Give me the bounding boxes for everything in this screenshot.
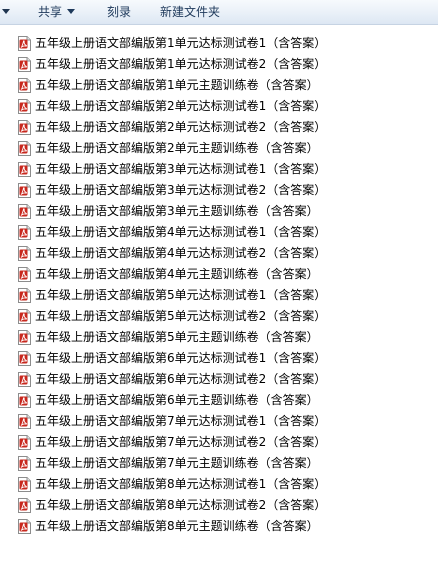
burn-button[interactable]: 刻录 [107,3,131,21]
pdf-file-icon [18,351,31,366]
dropdown-arrow-icon [67,9,76,14]
pdf-file-icon [18,309,31,324]
file-list-item[interactable]: 五年级上册语文部编版第3单元达标测试卷1（含答案） [0,159,438,180]
pdf-file-icon [18,36,31,51]
file-name: 五年级上册语文部编版第2单元达标测试卷1（含答案） [35,99,327,113]
pdf-file-icon [18,99,31,114]
file-list-item[interactable]: 五年级上册语文部编版第6单元主题训练卷（含答案） [0,390,438,411]
pdf-file-icon [18,477,31,492]
file-name: 五年级上册语文部编版第6单元达标测试卷1（含答案） [35,351,327,365]
share-menu-button[interactable]: 共享 [38,3,76,21]
pdf-file-icon [18,330,31,345]
file-list-item[interactable]: 五年级上册语文部编版第8单元达标测试卷1（含答案） [0,474,438,495]
file-name: 五年级上册语文部编版第3单元主题训练卷（含答案） [35,204,319,218]
pdf-file-icon [18,519,31,534]
file-list-item[interactable]: 五年级上册语文部编版第1单元达标测试卷1（含答案） [0,33,438,54]
file-list-item[interactable]: 五年级上册语文部编版第2单元主题训练卷（含答案） [0,138,438,159]
file-list-item[interactable]: 五年级上册语文部编版第7单元主题训练卷（含答案） [0,453,438,474]
file-list-item[interactable]: 五年级上册语文部编版第2单元达标测试卷1（含答案） [0,96,438,117]
file-name: 五年级上册语文部编版第4单元达标测试卷2（含答案） [35,246,327,260]
file-list-item[interactable]: 五年级上册语文部编版第4单元达标测试卷1（含答案） [0,222,438,243]
file-name: 五年级上册语文部编版第1单元达标测试卷1（含答案） [35,36,327,50]
file-name: 五年级上册语文部编版第2单元达标测试卷2（含答案） [35,120,327,134]
file-name: 五年级上册语文部编版第1单元主题训练卷（含答案） [35,78,319,92]
file-list-item[interactable]: 五年级上册语文部编版第4单元达标测试卷2（含答案） [0,243,438,264]
file-list-item[interactable]: 五年级上册语文部编版第7单元达标测试卷2（含答案） [0,432,438,453]
pdf-file-icon [18,267,31,282]
file-list-item[interactable]: 五年级上册语文部编版第5单元达标测试卷1（含答案） [0,285,438,306]
file-list-item[interactable]: 五年级上册语文部编版第5单元主题训练卷（含答案） [0,327,438,348]
pdf-file-icon [18,183,31,198]
file-list-item[interactable]: 五年级上册语文部编版第2单元达标测试卷2（含答案） [0,117,438,138]
pdf-file-icon [18,435,31,450]
pdf-file-icon [18,204,31,219]
file-list: 五年级上册语文部编版第1单元达标测试卷1（含答案） 五年级上册语文部编版第1单元达… [0,33,438,537]
file-name: 五年级上册语文部编版第3单元达标测试卷1（含答案） [35,162,327,176]
pdf-file-icon [18,225,31,240]
file-name: 五年级上册语文部编版第7单元达标测试卷1（含答案） [35,414,327,428]
command-bar: 共享 刻录 新建文件夹 [0,0,438,25]
file-name: 五年级上册语文部编版第7单元达标测试卷2（含答案） [35,435,327,449]
file-list-item[interactable]: 五年级上册语文部编版第1单元达标测试卷2（含答案） [0,54,438,75]
pdf-file-icon [18,288,31,303]
file-list-item[interactable]: 五年级上册语文部编版第6单元达标测试卷2（含答案） [0,369,438,390]
share-label: 共享 [38,5,63,19]
file-list-item[interactable]: 五年级上册语文部编版第4单元主题训练卷（含答案） [0,264,438,285]
pdf-file-icon [18,414,31,429]
file-list-item[interactable]: 五年级上册语文部编版第6单元达标测试卷1（含答案） [0,348,438,369]
file-name: 五年级上册语文部编版第5单元主题训练卷（含答案） [35,330,319,344]
file-name: 五年级上册语文部编版第2单元主题训练卷（含答案） [35,141,319,155]
file-name: 五年级上册语文部编版第1单元达标测试卷2（含答案） [35,57,327,71]
file-list-item[interactable]: 五年级上册语文部编版第5单元达标测试卷2（含答案） [0,306,438,327]
file-list-item[interactable]: 五年级上册语文部编版第8单元主题训练卷（含答案） [0,516,438,537]
pdf-file-icon [18,78,31,93]
file-name: 五年级上册语文部编版第6单元主题训练卷（含答案） [35,393,319,407]
new-folder-button[interactable]: 新建文件夹 [160,3,220,21]
file-name: 五年级上册语文部编版第8单元达标测试卷1（含答案） [35,477,327,491]
file-name: 五年级上册语文部编版第6单元达标测试卷2（含答案） [35,372,327,386]
file-name: 五年级上册语文部编版第7单元主题训练卷（含答案） [35,456,319,470]
pdf-file-icon [18,57,31,72]
file-name: 五年级上册语文部编版第8单元达标测试卷2（含答案） [35,498,327,512]
file-name: 五年级上册语文部编版第4单元主题训练卷（含答案） [35,267,319,281]
pdf-file-icon [18,498,31,513]
pdf-file-icon [18,372,31,387]
file-name: 五年级上册语文部编版第5单元达标测试卷2（含答案） [35,309,327,323]
pdf-file-icon [18,120,31,135]
pdf-file-icon [18,246,31,261]
file-list-item[interactable]: 五年级上册语文部编版第3单元达标测试卷2（含答案） [0,180,438,201]
file-list-item[interactable]: 五年级上册语文部编版第3单元主题训练卷（含答案） [0,201,438,222]
pdf-file-icon [18,456,31,471]
explorer-window: 共享 刻录 新建文件夹 五年级上册语文部编版第1单元达标测试卷1（含答案） 五年级… [0,0,438,570]
file-list-item[interactable]: 五年级上册语文部编版第1单元主题训练卷（含答案） [0,75,438,96]
file-name: 五年级上册语文部编版第8单元主题训练卷（含答案） [35,519,319,533]
pdf-file-icon [18,393,31,408]
pdf-file-icon [18,141,31,156]
organize-chevron-icon[interactable] [2,9,10,14]
file-name: 五年级上册语文部编版第4单元达标测试卷1（含答案） [35,225,327,239]
file-name: 五年级上册语文部编版第3单元达标测试卷2（含答案） [35,183,327,197]
file-name: 五年级上册语文部编版第5单元达标测试卷1（含答案） [35,288,327,302]
pdf-file-icon [18,162,31,177]
file-list-item[interactable]: 五年级上册语文部编版第7单元达标测试卷1（含答案） [0,411,438,432]
file-list-item[interactable]: 五年级上册语文部编版第8单元达标测试卷2（含答案） [0,495,438,516]
